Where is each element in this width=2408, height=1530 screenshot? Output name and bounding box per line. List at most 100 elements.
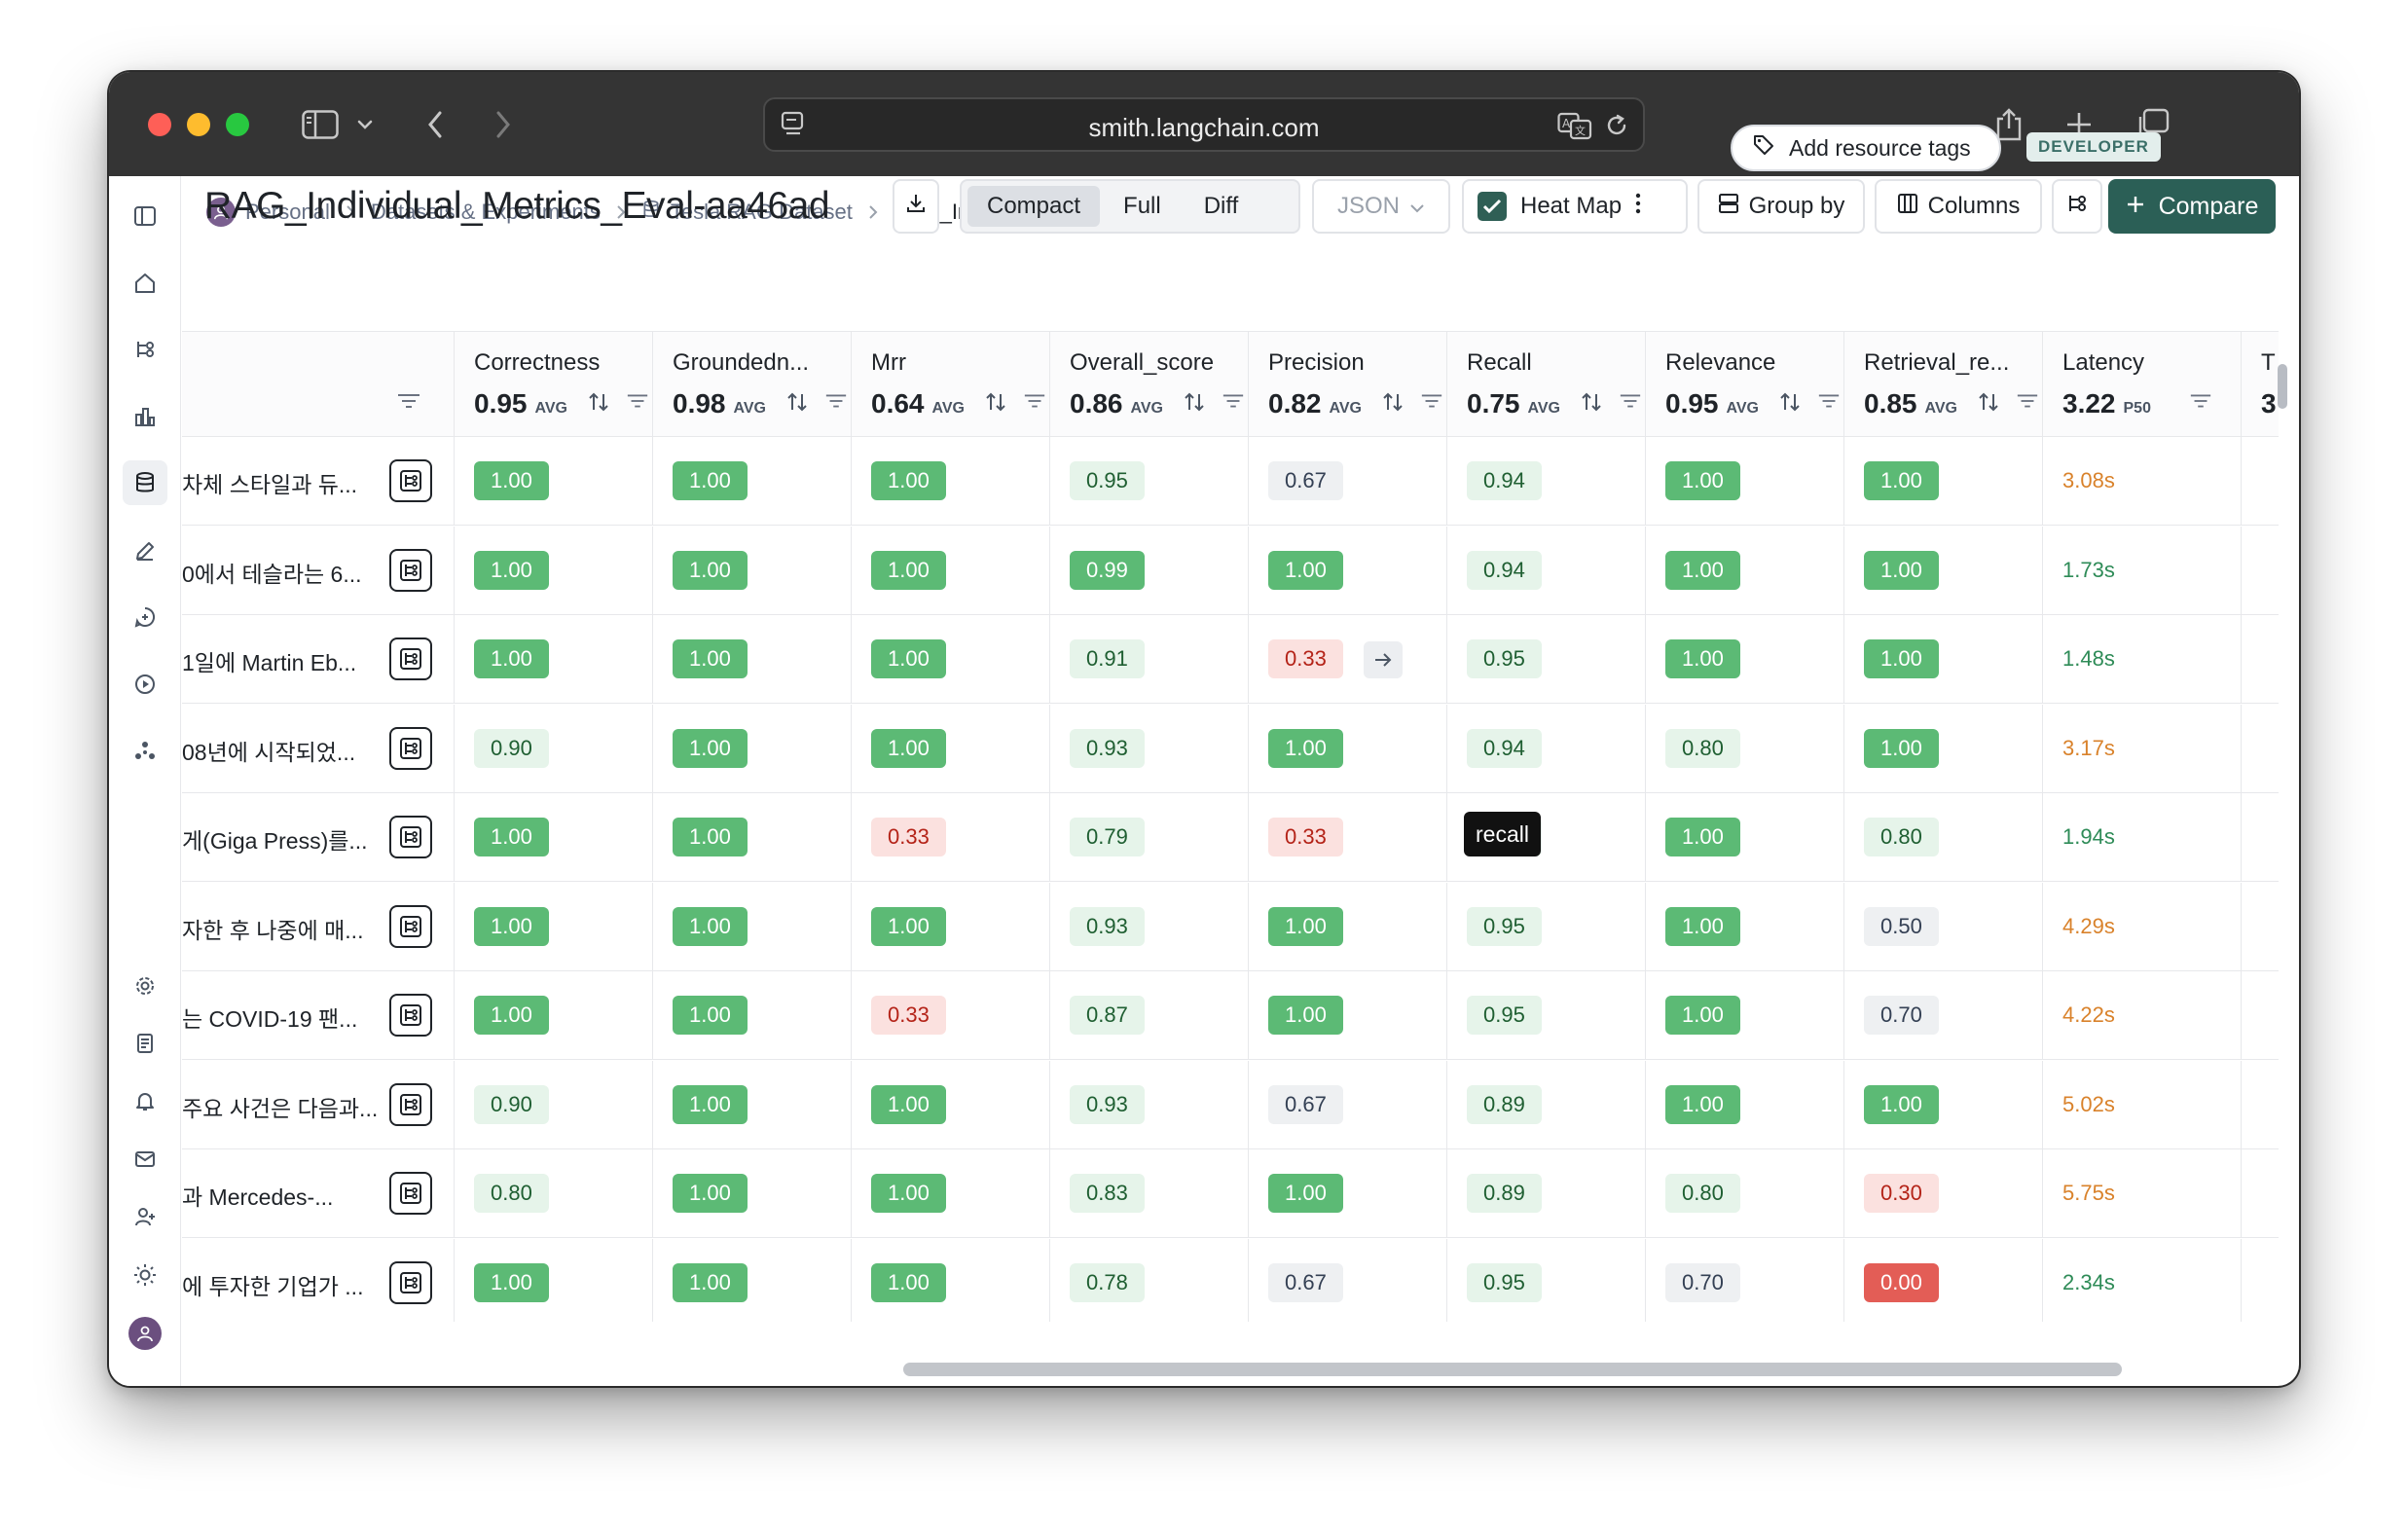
column-header-relevance[interactable]: Relevance 0.95 AVG xyxy=(1645,332,1843,437)
score-cell[interactable]: 1.00 xyxy=(851,1060,1049,1149)
score-cell[interactable]: 1.00 xyxy=(652,793,851,882)
download-button[interactable] xyxy=(893,179,939,234)
more-options-icon[interactable] xyxy=(1635,193,1641,221)
monitor-icon[interactable] xyxy=(123,394,167,439)
add-user-icon[interactable] xyxy=(123,1194,167,1239)
filter-icon[interactable] xyxy=(1222,392,1245,415)
sort-icon[interactable] xyxy=(1580,390,1603,419)
reload-icon[interactable] xyxy=(1604,113,1629,143)
score-cell[interactable]: 1.00 xyxy=(851,1238,1049,1322)
score-cell[interactable]: 1.00 xyxy=(1645,971,1843,1060)
score-cell[interactable]: 1.00 xyxy=(851,882,1049,971)
column-header-mrr[interactable]: Mrr 0.64 AVG xyxy=(851,332,1049,437)
score-cell[interactable]: 0.70 xyxy=(1843,971,2042,1060)
maximize-window-button[interactable] xyxy=(226,113,249,136)
score-cell[interactable]: 0.33 xyxy=(1248,615,1446,704)
trace-view-button[interactable] xyxy=(2052,179,2102,234)
sort-icon[interactable] xyxy=(984,390,1007,419)
score-cell[interactable]: 1.00 xyxy=(1645,615,1843,704)
tracing-icon[interactable] xyxy=(123,327,167,372)
score-cell[interactable]: 0.78 xyxy=(1049,1238,1248,1322)
open-trace-button[interactable] xyxy=(389,638,432,680)
latency-cell[interactable]: 4.29s xyxy=(2042,882,2241,971)
score-cell[interactable]: 1.00 xyxy=(851,437,1049,526)
score-cell[interactable]: 0.67 xyxy=(1248,1238,1446,1322)
back-icon[interactable] xyxy=(420,101,450,148)
score-cell[interactable]: 0.93 xyxy=(1049,1060,1248,1149)
sort-icon[interactable] xyxy=(1778,390,1802,419)
score-cell[interactable]: 0.80 xyxy=(1645,1149,1843,1238)
view-diff-option[interactable]: Diff xyxy=(1185,186,1259,227)
score-cell[interactable]: 0.67 xyxy=(1248,437,1446,526)
score-cell[interactable]: 1.00 xyxy=(652,704,851,793)
input-cell[interactable]: 0에서 테슬라는 6... xyxy=(182,527,454,615)
score-cell[interactable]: 1.00 xyxy=(454,971,652,1060)
score-cell[interactable]: 0.67 xyxy=(1248,1060,1446,1149)
score-cell[interactable]: 0.00 xyxy=(1843,1238,2042,1322)
score-cell[interactable]: 1.00 xyxy=(1843,704,2042,793)
score-cell[interactable]: 1.00 xyxy=(1843,526,2042,615)
filter-icon[interactable] xyxy=(1817,392,1841,415)
score-cell[interactable]: 1.00 xyxy=(1248,704,1446,793)
open-trace-button[interactable] xyxy=(389,548,432,592)
translate-icon[interactable]: A文 xyxy=(1557,111,1592,145)
score-cell[interactable]: 1.00 xyxy=(1645,793,1843,882)
table-row[interactable]: 주요 사건은 다음과... 0.90 1.00 1.00 0.93 0.67 0.89 1.0… xyxy=(182,1060,2279,1149)
column-header-latency[interactable]: Latency 3.22 P50 xyxy=(2042,332,2241,437)
score-cell[interactable]: 0.30 xyxy=(1843,1149,2042,1238)
score-cell[interactable]: 1.00 xyxy=(454,793,652,882)
score-cell[interactable]: 1.00 xyxy=(1645,437,1843,526)
latency-cell[interactable]: 5.02s xyxy=(2042,1060,2241,1149)
theme-icon[interactable] xyxy=(123,1253,167,1297)
input-cell[interactable]: 차체 스타일과 듀... xyxy=(182,437,454,526)
column-header-t[interactable]: T3 xyxy=(2241,332,2279,437)
table-row[interactable]: 에 투자한 기업가 ... 1.00 1.00 1.00 0.78 0.67 0.95 0.7… xyxy=(182,1238,2279,1323)
score-cell[interactable]: 1.00 xyxy=(1248,1149,1446,1238)
address-bar[interactable]: smith.langchain.com A文 xyxy=(763,97,1645,152)
score-cell[interactable]: 0.94 xyxy=(1446,526,1645,615)
heatmap-checkbox[interactable] xyxy=(1478,192,1507,221)
score-cell[interactable]: 0.99 xyxy=(1049,526,1248,615)
score-cell[interactable]: 1.00 xyxy=(652,1060,851,1149)
compare-button[interactable]: Compare xyxy=(2108,179,2276,234)
score-cell[interactable]: 1.00 xyxy=(1843,437,2042,526)
score-cell[interactable]: 1.00 xyxy=(1843,615,2042,704)
table-row[interactable]: 0에서 테슬라는 6... 1.00 1.00 1.00 0.99 1.00 0.94 1.0… xyxy=(182,526,2279,615)
latency-cell[interactable]: 1.94s xyxy=(2042,793,2241,882)
column-header-precision[interactable]: Precision 0.82 AVG xyxy=(1248,332,1446,437)
score-cell[interactable]: 0.80 xyxy=(1645,704,1843,793)
filter-icon[interactable] xyxy=(1619,392,1642,415)
score-cell[interactable]: 0.80 xyxy=(1843,793,2042,882)
input-cell[interactable]: 08년에 시작되었... xyxy=(182,705,454,793)
score-cell[interactable]: 1.00 xyxy=(454,437,652,526)
home-icon[interactable] xyxy=(123,261,167,306)
score-cell[interactable]: 1.00 xyxy=(851,526,1049,615)
score-cell[interactable]: 0.33 xyxy=(1248,793,1446,882)
annotate-icon[interactable] xyxy=(123,528,167,573)
score-cell[interactable]: 1.00 xyxy=(851,615,1049,704)
score-cell[interactable]: 0.95 xyxy=(1446,1238,1645,1322)
open-trace-button[interactable] xyxy=(389,1082,432,1126)
score-cell[interactable]: 0.50 xyxy=(1843,882,2042,971)
score-cell[interactable]: 0.80 xyxy=(454,1149,652,1238)
score-cell[interactable]: 1.00 xyxy=(1248,526,1446,615)
score-cell[interactable]: 0.89 xyxy=(1446,1149,1645,1238)
minimize-window-button[interactable] xyxy=(187,113,210,136)
open-trace-button[interactable] xyxy=(389,726,432,770)
column-header-groundedn[interactable]: Groundedn... 0.98 AVG xyxy=(652,332,851,437)
input-cell[interactable]: 주요 사건은 다음과... xyxy=(182,1061,454,1149)
score-cell[interactable]: 0.89 xyxy=(1446,1060,1645,1149)
forward-icon[interactable] xyxy=(489,101,518,148)
user-avatar[interactable] xyxy=(123,1311,167,1356)
horizontal-scrollbar[interactable] xyxy=(903,1363,2122,1376)
sort-icon[interactable] xyxy=(1381,390,1405,419)
column-header-correctness[interactable]: Correctness 0.95 AVG xyxy=(454,332,652,437)
input-cell[interactable]: 에 투자한 기업가 ... xyxy=(182,1239,454,1323)
playground-icon[interactable] xyxy=(123,662,167,707)
score-cell[interactable]: 1.00 xyxy=(454,526,652,615)
score-cell[interactable]: 0.91 xyxy=(1049,615,1248,704)
open-trace-button[interactable] xyxy=(389,904,432,948)
columns-button[interactable]: Columns xyxy=(1875,179,2042,234)
sort-icon[interactable] xyxy=(1183,390,1206,419)
score-cell[interactable]: 0.79 xyxy=(1049,793,1248,882)
